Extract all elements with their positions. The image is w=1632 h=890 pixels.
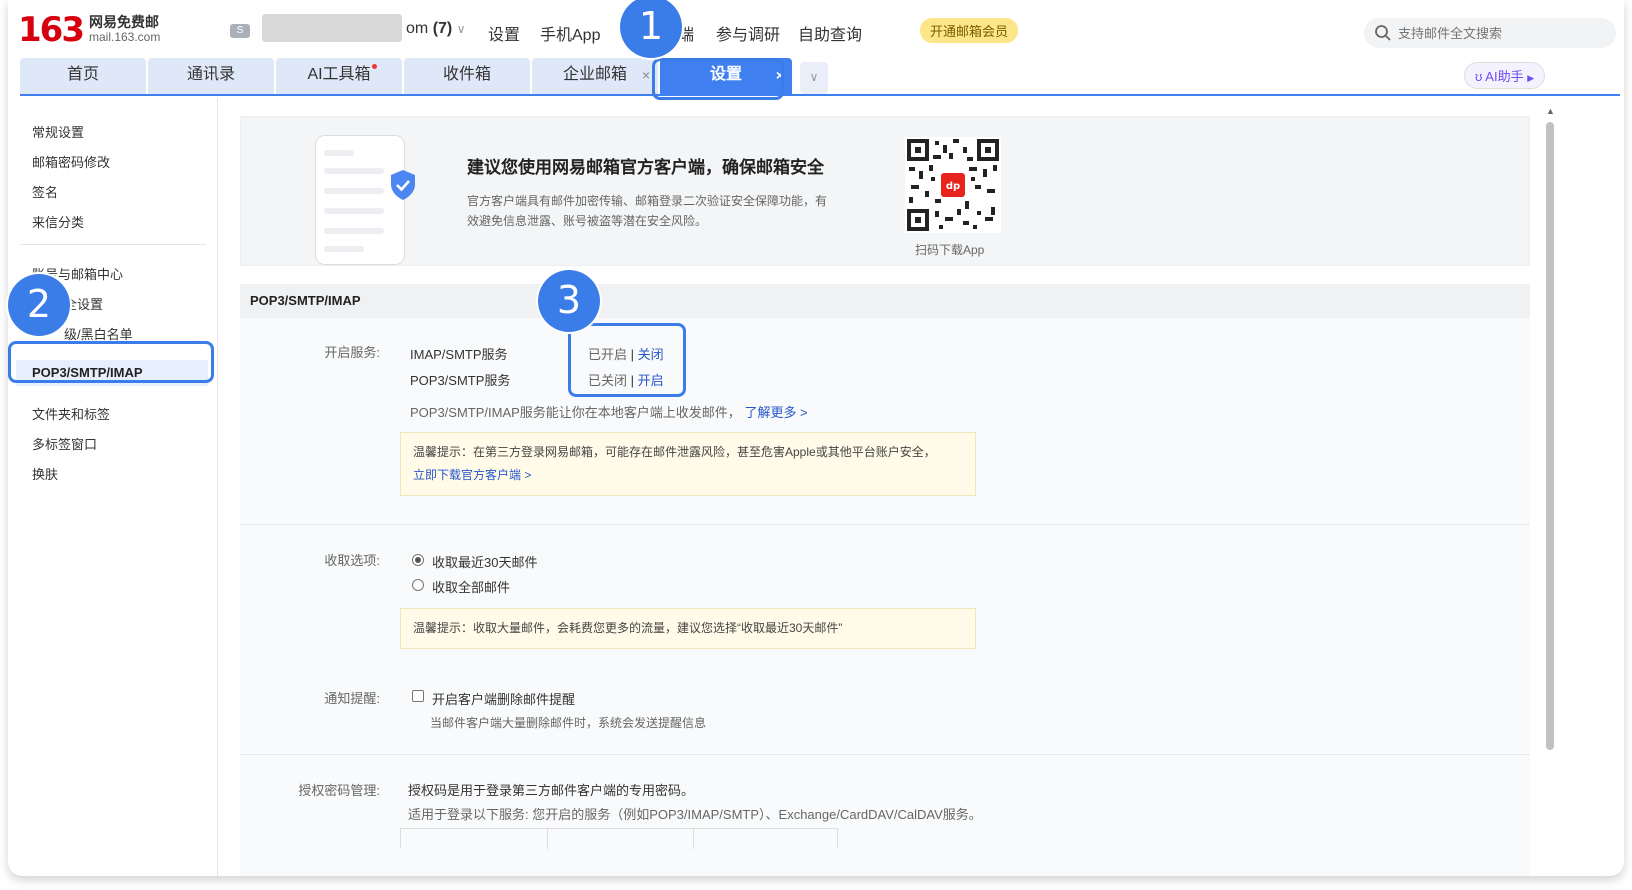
fetch-label: 收取选项: bbox=[324, 553, 380, 568]
top-bar: 163 网易免费邮 mail.163.com S om (7) ∨ 设置 手机A… bbox=[8, 0, 1624, 60]
ai-icon: ʊ bbox=[1475, 69, 1483, 84]
survey-link[interactable]: 参与调研 bbox=[716, 21, 780, 45]
client-banner: 建议您使用网易邮箱官方客户端，确保邮箱安全 官方客户端具有邮件加密传输、邮箱登录… bbox=[240, 116, 1530, 266]
chevron-down-icon: ∨ bbox=[456, 22, 466, 36]
delete-notify-description: 当邮件客户端大量删除邮件时，系统会发送提醒信息 bbox=[430, 716, 707, 730]
settings-sidebar: 常规设置 邮箱密码修改 签名 来信分类 账号与邮箱中心 全设置 级/黑白名单 P… bbox=[8, 98, 218, 876]
delete-notify-label: 开启客户端删除邮件提醒 bbox=[432, 692, 576, 707]
mobile-app-link[interactable]: 手机App bbox=[540, 21, 600, 45]
tab-ai-tools[interactable]: AI工具箱 bbox=[276, 58, 402, 94]
sidebar-divider bbox=[20, 244, 206, 245]
tab-more-button[interactable]: ∨ bbox=[800, 62, 828, 94]
divider bbox=[240, 524, 1530, 525]
annotation-box-pop3-menu bbox=[8, 341, 214, 383]
shield-icon bbox=[391, 170, 415, 200]
settings-link[interactable]: 设置 bbox=[488, 21, 520, 45]
qr-label: 扫码下载App bbox=[915, 243, 985, 257]
banner-title: 建议您使用网易邮箱官方客户端，确保邮箱安全 bbox=[467, 158, 824, 177]
mail-window: 163 网易免费邮 mail.163.com S om (7) ∨ 设置 手机A… bbox=[8, 0, 1624, 876]
service-label: 开启服务: bbox=[324, 345, 380, 360]
tab-home[interactable]: 首页 bbox=[20, 58, 146, 94]
sidebar-item-multi-tab[interactable]: 多标签窗口 bbox=[32, 434, 97, 453]
settings-main: 建议您使用网易邮箱官方客户端，确保邮箱安全 官方客户端具有邮件加密传输、邮箱登录… bbox=[238, 112, 1532, 876]
logo-url: mail.163.com bbox=[88, 30, 161, 44]
scroll-up-arrow[interactable]: ▲ bbox=[1546, 106, 1555, 116]
unread-count: (7) bbox=[432, 20, 453, 37]
sidebar-item-general[interactable]: 常规设置 bbox=[32, 122, 84, 141]
sidebar-item-mail-filter[interactable]: 来信分类 bbox=[32, 212, 84, 231]
section-title: POP3/SMTP/IMAP bbox=[240, 284, 1530, 318]
traffic-tip: 温馨提示：收取大量邮件，会耗费您更多的流量，建议您选择“收取最近30天邮件” bbox=[400, 608, 976, 649]
annotation-step-2: 2 bbox=[8, 274, 70, 336]
divider bbox=[240, 754, 1530, 755]
auth-code-table bbox=[400, 828, 838, 849]
learn-more-link[interactable]: 了解更多 > bbox=[744, 405, 807, 420]
svg-text:dp: dp bbox=[946, 181, 960, 192]
fetch-30days-label: 收取最近30天邮件 bbox=[432, 555, 538, 570]
security-tip: 温馨提示：在第三方登录网易邮箱，可能存在邮件泄露风险，甚至危害Apple或其他平… bbox=[400, 432, 976, 496]
sidebar-item-skin[interactable]: 换肤 bbox=[32, 464, 58, 483]
close-icon[interactable]: × bbox=[642, 58, 650, 92]
search-box[interactable] bbox=[1364, 18, 1616, 48]
fetch-30days-radio[interactable] bbox=[412, 554, 424, 566]
fetch-all-label: 收取全部邮件 bbox=[432, 580, 511, 595]
sidebar-item-folders-tags[interactable]: 文件夹和标签 bbox=[32, 404, 110, 423]
banner-description: 官方客户端具有邮件加密传输、邮箱登录二次验证安全保障功能，有效避免信息泄露、账号… bbox=[467, 194, 828, 228]
download-client-link[interactable]: 立即下载官方客户端 > bbox=[413, 464, 963, 487]
annotation-box-settings-tab bbox=[652, 58, 784, 100]
delete-notify-checkbox[interactable] bbox=[412, 690, 424, 702]
fetch-all-radio[interactable] bbox=[412, 579, 424, 591]
service-description: POP3/SMTP/IMAP服务能让你在本地客户端上收发邮件， 了解更多 > bbox=[410, 405, 808, 420]
notify-label: 通知提醒: bbox=[324, 691, 380, 706]
annotation-box-service-toggle bbox=[568, 323, 686, 397]
pop3-service-name: POP3/SMTP服务 bbox=[410, 373, 511, 388]
logo-name: 网易免费邮 bbox=[88, 14, 159, 30]
logo-number: 163 bbox=[18, 10, 85, 50]
ai-assistant-button[interactable]: ʊ AI助手 ▶ bbox=[1464, 62, 1546, 89]
annotation-step-3: 3 bbox=[538, 270, 600, 332]
search-icon bbox=[1375, 25, 1391, 41]
account-menu[interactable]: om (7) ∨ bbox=[406, 20, 466, 38]
tab-enterprise-mail[interactable]: 企业邮箱 × bbox=[532, 58, 658, 94]
imap-service-name: IMAP/SMTP服务 bbox=[410, 347, 508, 362]
sidebar-item-signature[interactable]: 签名 bbox=[32, 182, 58, 201]
tab-contacts[interactable]: 通讯录 bbox=[148, 58, 274, 94]
scrollbar-thumb[interactable] bbox=[1546, 122, 1554, 750]
vip-badge[interactable]: 开通邮箱会员 bbox=[920, 18, 1019, 43]
caret-right-icon: ▶ bbox=[1527, 73, 1535, 83]
auth-description: 授权码是用于登录第三方邮件客户端的专用密码。 bbox=[408, 783, 695, 798]
logo[interactable]: 163 网易免费邮 mail.163.com bbox=[18, 10, 160, 50]
tab-bar: 首页 通讯录 AI工具箱 收件箱 企业邮箱 × 设置 × ∨ bbox=[20, 58, 1620, 96]
self-service-link[interactable]: 自助查询 bbox=[798, 21, 862, 45]
qr-code: dp bbox=[905, 137, 1001, 233]
account-redacted bbox=[262, 14, 402, 42]
auth-label: 授权密码管理: bbox=[298, 783, 380, 798]
sidebar-item-password[interactable]: 邮箱密码修改 bbox=[32, 152, 110, 171]
tab-inbox[interactable]: 收件箱 bbox=[404, 58, 530, 94]
account-icon: S bbox=[230, 24, 250, 38]
new-dot-icon bbox=[372, 64, 377, 69]
search-input[interactable] bbox=[1398, 23, 1598, 43]
auth-services: 适用于登录以下服务: 您开启的服务（例如POP3/IMAP/SMTP）、Exch… bbox=[408, 807, 982, 822]
